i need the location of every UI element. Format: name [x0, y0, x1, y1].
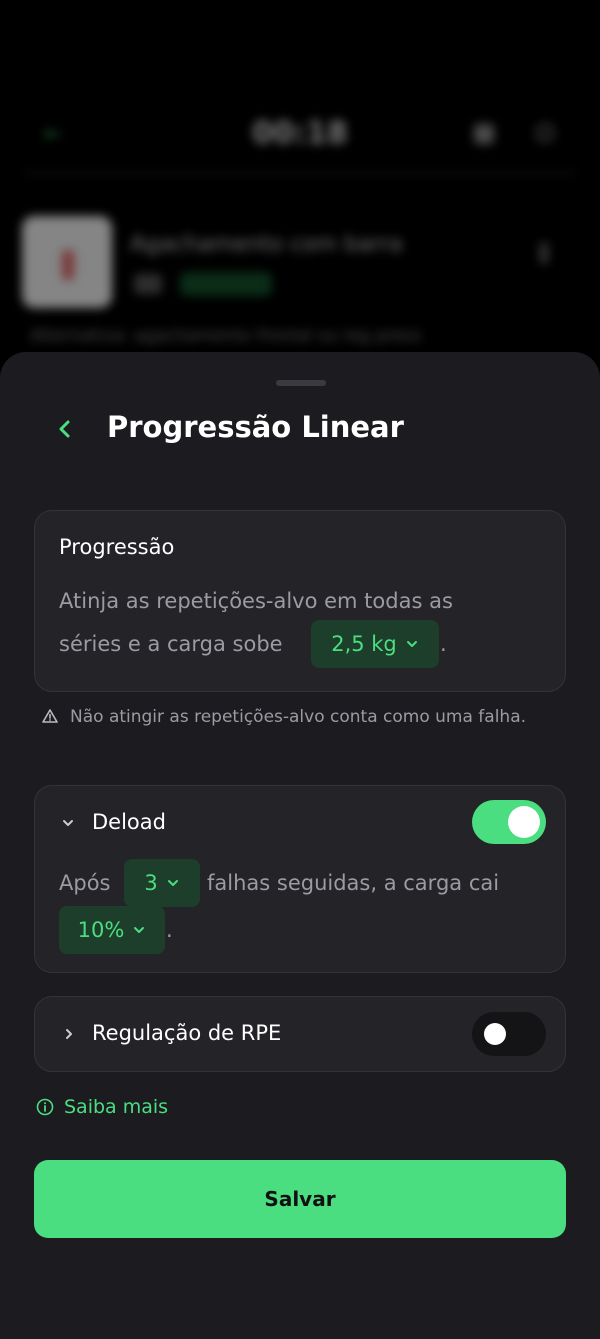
background-divider: [24, 172, 576, 174]
progression-text-line2: séries e a carga sobe: [59, 632, 283, 656]
sheet-drag-handle[interactable]: [276, 380, 326, 386]
progression-card: Progressão Atinja as repetições-alvo em …: [34, 510, 566, 692]
background-exercise-title: Agachamento com barra: [130, 232, 403, 257]
progression-text-line1: Atinja as repetições-alvo em todas as: [59, 589, 453, 613]
progression-sheet: Progressão Linear Progressão Atinja as r…: [0, 352, 600, 1339]
learn-more-label: Saiba mais: [64, 1096, 169, 1118]
chevron-down-icon: [134, 927, 145, 933]
warning-text: Não atingir as repetições-alvo conta com…: [70, 707, 527, 727]
background-trophy-icon: [474, 124, 494, 144]
background-settings-icon: [536, 124, 554, 142]
page-title: Progressão Linear: [107, 410, 404, 444]
background-more-icon: [540, 242, 548, 264]
background-note: Alternativa: agachamento frontal ou leg …: [30, 326, 422, 346]
background-badge: [180, 272, 272, 296]
chevron-down-icon[interactable]: [61, 816, 75, 830]
rpe-card: Regulação de RPE: [34, 996, 566, 1072]
chevron-down-icon: [406, 641, 417, 647]
background-badge-icon: [134, 274, 162, 294]
save-button[interactable]: Salvar: [34, 1160, 566, 1238]
background-screen: ← 00:18 Agachamento com barra Alternativ…: [0, 0, 600, 380]
failures-value: 3: [144, 871, 158, 895]
deload-middle-text: falhas seguidas, a carga cai: [207, 871, 500, 895]
increment-dropdown[interactable]: 2,5 kg: [311, 620, 439, 668]
deload-toggle[interactable]: [472, 800, 546, 844]
progression-heading: Progressão: [59, 535, 175, 559]
warning-icon: [42, 709, 58, 723]
deload-period: .: [166, 918, 173, 942]
chevron-down-icon: [167, 880, 178, 886]
background-timer: 00:18: [252, 116, 348, 151]
progression-period: .: [440, 632, 447, 656]
info-icon: [36, 1098, 54, 1116]
chevron-left-icon: [59, 420, 70, 438]
background-header: ← 00:18: [0, 110, 600, 160]
chevron-right-icon[interactable]: [62, 1027, 76, 1041]
learn-more-link[interactable]: Saiba mais: [36, 1096, 168, 1118]
background-exercise-thumbnail: [22, 216, 112, 308]
rpe-toggle[interactable]: [472, 1012, 546, 1056]
toggle-knob: [508, 806, 540, 838]
percent-dropdown[interactable]: 10%: [59, 906, 165, 954]
toggle-knob: [484, 1023, 506, 1045]
failures-dropdown[interactable]: 3: [124, 859, 200, 907]
increment-value: 2,5 kg: [331, 632, 397, 656]
deload-label: Deload: [92, 810, 166, 834]
deload-prefix: Após: [59, 871, 111, 895]
deload-card: Deload Após 3 falhas seguidas, a carga c…: [34, 785, 566, 973]
rpe-label: Regulação de RPE: [92, 1021, 282, 1045]
percent-value: 10%: [77, 918, 125, 942]
back-button[interactable]: [50, 414, 80, 444]
